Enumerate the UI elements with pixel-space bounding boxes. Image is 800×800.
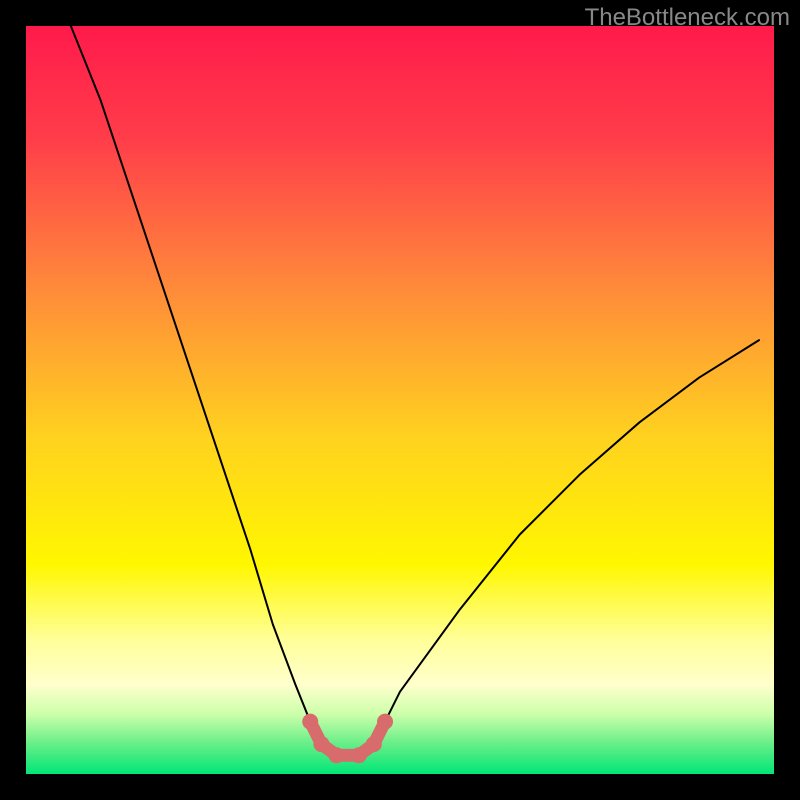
gradient-background — [26, 26, 774, 774]
trough-marker-dot — [377, 714, 393, 730]
trough-marker-dot — [302, 714, 318, 730]
trough-marker-dot — [366, 736, 382, 752]
bottleneck-chart — [0, 0, 800, 800]
chart-container: TheBottleneck.com — [0, 0, 800, 800]
trough-marker-dot — [351, 747, 367, 763]
trough-marker-dot — [328, 747, 344, 763]
trough-marker-dot — [313, 736, 329, 752]
watermark-text: TheBottleneck.com — [585, 4, 790, 32]
